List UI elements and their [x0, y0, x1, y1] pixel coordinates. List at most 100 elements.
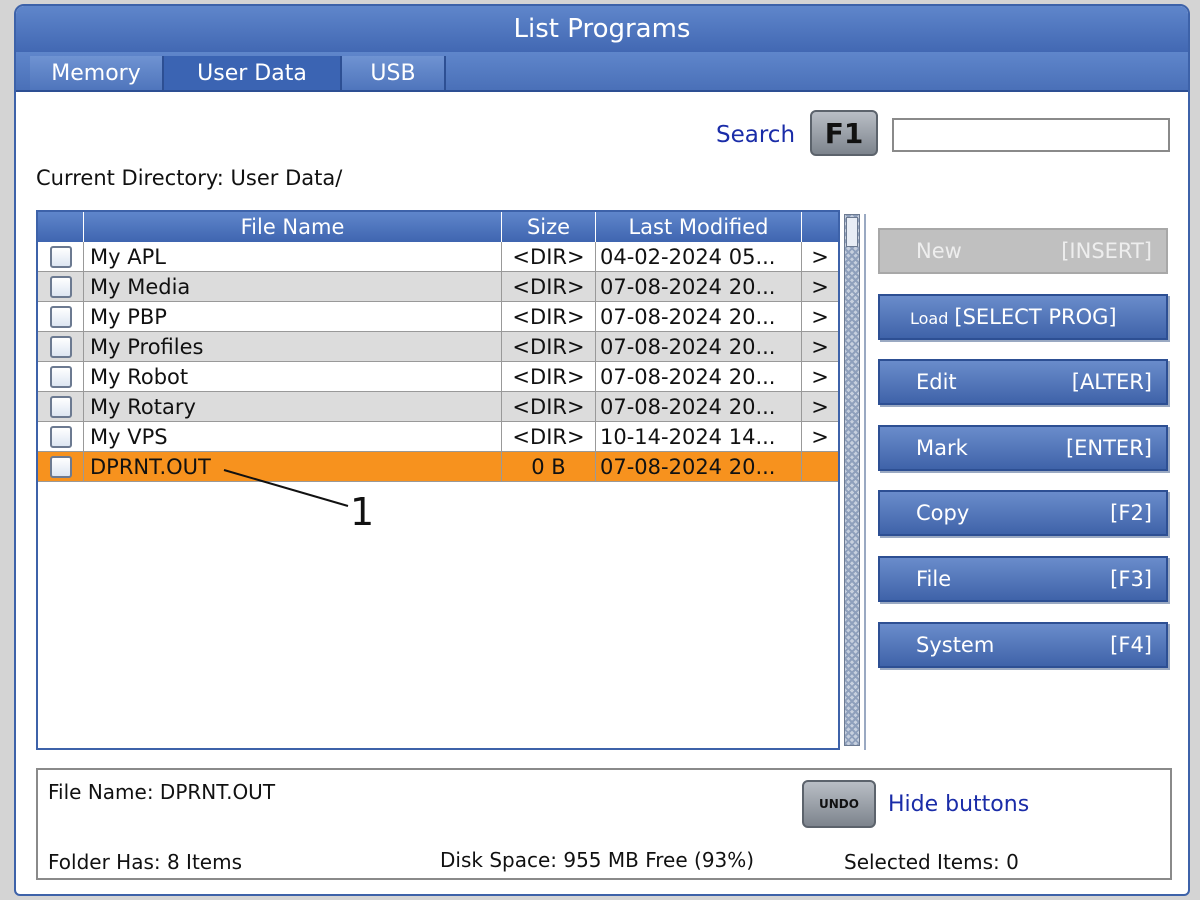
row-checkbox-cell	[38, 242, 84, 271]
row-file-name: My PBP	[84, 302, 502, 331]
row-file-name: My Rotary	[84, 392, 502, 421]
table-row[interactable]: My Rotary <DIR> 07-08-2024 20... >	[38, 392, 838, 422]
row-open-arrow[interactable]: >	[802, 302, 838, 331]
load-button[interactable]: Load [SELECT PROG]	[878, 293, 1168, 340]
header-last-modified[interactable]: Last Modified	[596, 212, 802, 242]
table-row[interactable]: My Media <DIR> 07-08-2024 20... >	[38, 272, 838, 302]
row-open-arrow[interactable]: >	[802, 392, 838, 421]
row-checkbox-cell	[38, 362, 84, 391]
button-label: Load	[910, 305, 954, 329]
table-row[interactable]: My APL <DIR> 04-02-2024 05... >	[38, 242, 838, 272]
callout-number: 1	[350, 490, 375, 534]
table-row[interactable]: DPRNT.OUT 0 B 07-08-2024 20...	[38, 452, 838, 482]
row-size: 0 B	[502, 452, 596, 481]
row-checkbox[interactable]	[49, 305, 72, 328]
button-key-hint: [INSERT]	[1061, 239, 1152, 263]
row-last-modified: 07-08-2024 20...	[596, 392, 802, 421]
f1-key-button[interactable]: F1	[810, 110, 878, 156]
row-file-name: DPRNT.OUT	[84, 452, 502, 481]
row-file-name: My VPS	[84, 422, 502, 451]
hide-buttons-link[interactable]: Hide buttons	[888, 792, 1029, 817]
row-checkbox[interactable]	[49, 395, 72, 418]
button-key-hint: [ALTER]	[1071, 370, 1152, 395]
row-checkbox[interactable]	[49, 245, 72, 268]
row-checkbox-cell	[38, 302, 84, 331]
button-label: Copy	[916, 501, 970, 526]
row-last-modified: 07-08-2024 20...	[596, 452, 802, 481]
row-checkbox[interactable]	[49, 335, 72, 358]
undo-key-button[interactable]: UNDO	[802, 780, 876, 828]
row-checkbox-cell	[38, 392, 84, 421]
button-label: Mark	[916, 435, 968, 460]
table-row[interactable]: My Profiles <DIR> 07-08-2024 20... >	[38, 332, 838, 362]
row-file-name: My Media	[84, 272, 502, 301]
edit-button[interactable]: Edit [ALTER]	[878, 359, 1168, 406]
row-checkbox[interactable]	[49, 275, 72, 298]
row-size: <DIR>	[502, 392, 596, 421]
row-file-name: My Robot	[84, 362, 502, 391]
table-header: File Name Size Last Modified	[38, 212, 838, 242]
row-size: <DIR>	[502, 302, 596, 331]
row-checkbox-cell	[38, 332, 84, 361]
new-button[interactable]: New [INSERT]	[878, 228, 1168, 274]
row-last-modified: 10-14-2024 14...	[596, 422, 802, 451]
row-open-arrow[interactable]: >	[802, 332, 838, 361]
header-arrow-column	[802, 212, 838, 242]
window-title: List Programs	[16, 6, 1188, 52]
row-checkbox-cell	[38, 422, 84, 451]
row-open-arrow[interactable]: >	[802, 422, 838, 451]
info-folder-count: Folder Has: 8 Items	[48, 850, 243, 874]
info-disk-space: Disk Space: 955 MB Free (93%)	[440, 848, 755, 872]
row-size: <DIR>	[502, 242, 596, 271]
button-key-hint: [F4]	[1110, 632, 1152, 657]
list-programs-window: List Programs Memory User Data USB Searc…	[14, 4, 1190, 896]
row-file-name: My APL	[84, 242, 502, 271]
row-last-modified: 04-02-2024 05...	[596, 242, 802, 271]
row-checkbox[interactable]	[49, 425, 72, 448]
current-directory: Current Directory: User Data/	[36, 166, 343, 190]
row-open-arrow[interactable]: >	[802, 272, 838, 301]
table-row[interactable]: My VPS <DIR> 10-14-2024 14... >	[38, 422, 838, 452]
tab-user-data[interactable]: User Data	[164, 56, 342, 90]
button-label: System	[916, 632, 995, 657]
scrollbar-thumb[interactable]	[846, 217, 858, 247]
row-size: <DIR>	[502, 422, 596, 451]
table-row[interactable]: My PBP <DIR> 07-08-2024 20... >	[38, 302, 838, 332]
row-checkbox-cell	[38, 452, 84, 481]
row-size: <DIR>	[502, 332, 596, 361]
button-label: New	[916, 239, 962, 263]
table-scrollbar[interactable]	[844, 214, 860, 746]
row-open-arrow[interactable]: >	[802, 242, 838, 271]
info-panel: File Name: DPRNT.OUT Folder Has: 8 Items…	[36, 768, 1172, 880]
row-checkbox[interactable]	[49, 365, 72, 388]
table-row[interactable]: My Robot <DIR> 07-08-2024 20... >	[38, 362, 838, 392]
search-label[interactable]: Search	[716, 122, 795, 148]
mark-button[interactable]: Mark [ENTER]	[878, 424, 1168, 471]
panel-divider	[864, 214, 866, 750]
row-size: <DIR>	[502, 272, 596, 301]
header-size[interactable]: Size	[502, 212, 596, 242]
tab-usb[interactable]: USB	[342, 56, 446, 90]
row-last-modified: 07-08-2024 20...	[596, 332, 802, 361]
header-file-name[interactable]: File Name	[84, 212, 502, 242]
button-key-hint: [F3]	[1110, 567, 1152, 591]
row-open-arrow[interactable]: >	[802, 362, 838, 391]
file-list-table: File Name Size Last Modified My APL <DIR>…	[36, 210, 840, 750]
row-checkbox-cell	[38, 272, 84, 301]
info-file-name: File Name: DPRNT.OUT	[48, 780, 276, 804]
button-key-hint: [SELECT PROG]	[954, 304, 1117, 329]
file-button[interactable]: File [F3]	[878, 556, 1168, 602]
header-checkbox-column	[38, 212, 84, 242]
row-open-arrow[interactable]	[802, 452, 838, 481]
button-label: Edit	[916, 370, 957, 395]
search-input[interactable]	[892, 118, 1170, 152]
button-label: File	[916, 567, 952, 591]
tab-memory[interactable]: Memory	[30, 56, 164, 90]
tab-bar: Memory User Data USB	[16, 52, 1188, 92]
row-last-modified: 07-08-2024 20...	[596, 362, 802, 391]
button-key-hint: [F2]	[1110, 501, 1152, 526]
system-button[interactable]: System [F4]	[878, 621, 1168, 668]
info-selected-items: Selected Items: 0	[844, 850, 1019, 874]
copy-button[interactable]: Copy [F2]	[878, 490, 1168, 537]
row-checkbox[interactable]	[49, 455, 72, 478]
